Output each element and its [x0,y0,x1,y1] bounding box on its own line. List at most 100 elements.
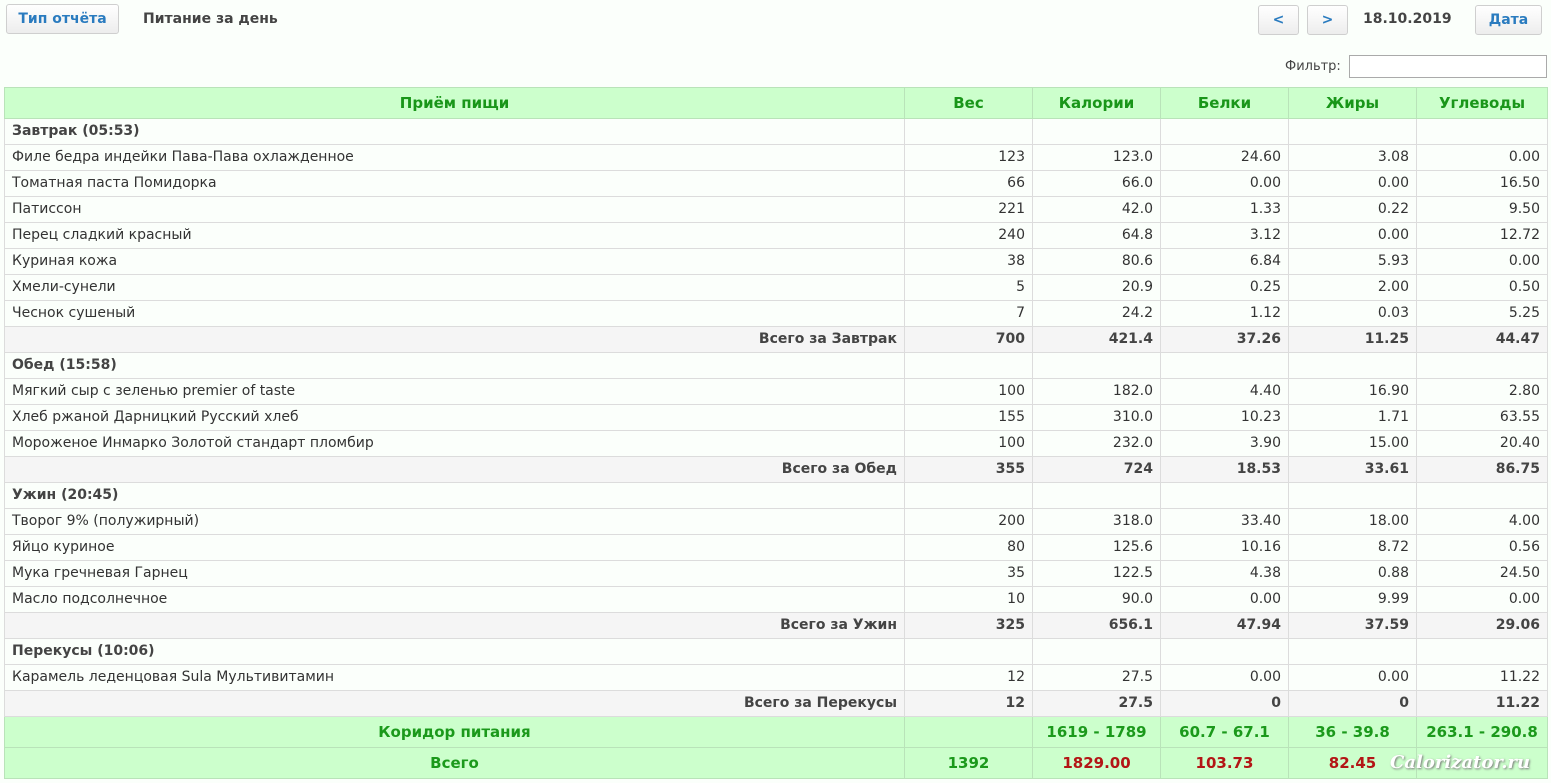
column-header-carbs[interactable]: Углеводы [1416,87,1548,119]
empty-cell [1416,638,1548,665]
subtotal-value: 325 [904,612,1033,639]
value-cell: 35 [904,560,1033,587]
value-cell: 90.0 [1032,586,1161,613]
value-cell: 8.72 [1288,534,1417,561]
table-row[interactable]: Чеснок сушеный 7 24.2 1.12 0.03 5.25 [4,300,1548,327]
food-name-cell[interactable]: Хлеб ржаной Дарницкий Русский хлеб [4,404,905,431]
value-cell: 18.00 [1288,508,1417,535]
report-type-button[interactable]: Тип отчёта [6,4,119,34]
subtotal-value: 656.1 [1032,612,1161,639]
value-cell: 9.99 [1288,586,1417,613]
empty-cell [1288,482,1417,509]
table-row[interactable]: Яйцо куриное 80 125.6 10.16 8.72 0.56 [4,534,1548,561]
subtotal-value: 27.5 [1032,690,1161,717]
table-row[interactable]: Перец сладкий красный 240 64.8 3.12 0.00 12.7… [4,222,1548,249]
food-name-cell[interactable]: Чеснок сушеный [4,300,905,327]
empty-cell [904,482,1033,509]
subtotal-value: 11.22 [1416,690,1548,717]
value-cell: 0.00 [1160,170,1289,197]
table-header-row: Приём пищи Вес Калории Белки Жиры Углево… [4,87,1548,119]
food-name-cell[interactable]: Мука гречневая Гарнец [4,560,905,587]
table-row[interactable]: Хлеб ржаной Дарницкий Русский хлеб 155 310… [4,404,1548,431]
food-name-cell[interactable]: Творог 9% (полужирный) [4,508,905,535]
date-picker-button[interactable]: Дата [1475,5,1542,35]
column-header-meal[interactable]: Приём пищи [4,87,905,119]
subtotal-value: 33.61 [1288,456,1417,483]
food-name-cell[interactable]: Перец сладкий красный [4,222,905,249]
food-name-cell[interactable]: Масло подсолнечное [4,586,905,613]
corridor-value [904,716,1033,748]
page-title: Питание за день [143,11,278,27]
meal-group-title: Завтрак (05:53) [4,118,905,145]
value-cell: 3.90 [1160,430,1289,457]
subtotal-value: 86.75 [1416,456,1548,483]
filter-input[interactable] [1349,55,1547,78]
grand-total-row: Всего 1392 1829.00 103.73 82.45 [4,747,1548,779]
next-day-button[interactable]: > [1307,5,1348,35]
column-header-weight[interactable]: Вес [904,87,1033,119]
value-cell: 11.22 [1416,664,1548,691]
table-row[interactable]: Куриная кожа 38 80.6 6.84 5.93 0.00 [4,248,1548,275]
value-cell: 15.00 [1288,430,1417,457]
empty-cell [1416,482,1548,509]
food-name-cell[interactable]: Филе бедра индейки Пава-Пава охлажденное [4,144,905,171]
subtotal-value: 29.06 [1416,612,1548,639]
food-name-cell[interactable]: Патиссон [4,196,905,223]
table-row[interactable]: Томатная паста Помидорка 66 66.0 0.00 0.00 16… [4,170,1548,197]
column-header-calories[interactable]: Калории [1032,87,1161,119]
column-header-protein[interactable]: Белки [1160,87,1289,119]
nutrition-table: Приём пищи Вес Калории Белки Жиры Углево… [4,87,1548,779]
value-cell: 1.33 [1160,196,1289,223]
toolbar: Тип отчёта Питание за день < > 18.10.201… [0,0,1551,45]
food-name-cell[interactable]: Мягкий сыр с зеленью premier of taste [4,378,905,405]
empty-cell [1032,352,1161,379]
value-cell: 3.08 [1288,144,1417,171]
value-cell: 4.00 [1416,508,1548,535]
food-name-cell[interactable]: Куриная кожа [4,248,905,275]
table-row[interactable]: Хмели-сунели 5 20.9 0.25 2.00 0.50 [4,274,1548,301]
table-row[interactable]: Творог 9% (полужирный) 200 318.0 33.40 18.00… [4,508,1548,535]
value-cell: 0.00 [1160,586,1289,613]
value-cell: 4.38 [1160,560,1289,587]
value-cell: 2.80 [1416,378,1548,405]
food-name-cell[interactable]: Яйцо куриное [4,534,905,561]
column-header-fat[interactable]: Жиры [1288,87,1417,119]
meal-group-row: Завтрак (05:53) [4,118,1548,145]
food-name-cell[interactable]: Мороженое Инмарко Золотой стандарт пломб… [4,430,905,457]
value-cell: 5.93 [1288,248,1417,275]
empty-cell [1416,118,1548,145]
value-cell: 0.88 [1288,560,1417,587]
empty-cell [1288,352,1417,379]
grand-total-value: 103.73 [1160,747,1289,779]
value-cell: 27.5 [1032,664,1161,691]
value-cell: 9.50 [1416,196,1548,223]
subtotal-value: 18.53 [1160,456,1289,483]
value-cell: 5.25 [1416,300,1548,327]
value-cell: 24.2 [1032,300,1161,327]
value-cell: 200 [904,508,1033,535]
food-name-cell[interactable]: Карамель леденцовая Sula Мультивитамин [4,664,905,691]
meal-group-row: Обед (15:58) [4,352,1548,379]
table-row[interactable]: Масло подсолнечное 10 90.0 0.00 9.99 0.00 [4,586,1548,613]
table-row[interactable]: Мягкий сыр с зеленью premier of taste 100… [4,378,1548,405]
food-name-cell[interactable]: Хмели-сунели [4,274,905,301]
subtotal-value: 37.26 [1160,326,1289,353]
table-row[interactable]: Карамель леденцовая Sula Мультивитамин 12… [4,664,1548,691]
table-row[interactable]: Мука гречневая Гарнец 35 122.5 4.38 0.88 24.5… [4,560,1548,587]
value-cell: 0.25 [1160,274,1289,301]
value-cell: 0.00 [1416,248,1548,275]
table-row[interactable]: Мороженое Инмарко Золотой стандарт пломб… [4,430,1548,457]
value-cell: 0.56 [1416,534,1548,561]
table-row[interactable]: Филе бедра индейки Пава-Пава охлажденное… [4,144,1548,171]
value-cell: 63.55 [1416,404,1548,431]
empty-cell [1416,352,1548,379]
food-name-cell[interactable]: Томатная паста Помидорка [4,170,905,197]
subtotal-value: 0 [1160,690,1289,717]
value-cell: 0.03 [1288,300,1417,327]
value-cell: 0.00 [1416,586,1548,613]
table-row[interactable]: Патиссон 221 42.0 1.33 0.22 9.50 [4,196,1548,223]
previous-day-button[interactable]: < [1258,5,1299,35]
empty-cell [904,638,1033,665]
value-cell: 80.6 [1032,248,1161,275]
empty-cell [1032,638,1161,665]
